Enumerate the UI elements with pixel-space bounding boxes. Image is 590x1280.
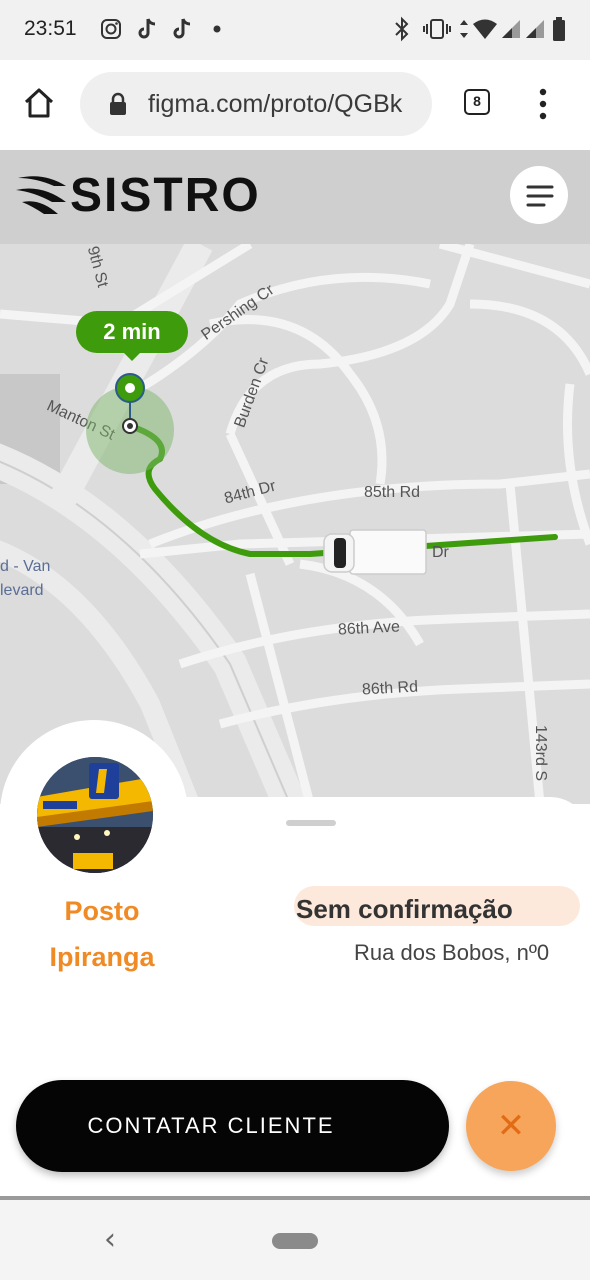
station-name: Posto Ipiranga [32, 888, 172, 980]
home-icon[interactable] [22, 86, 56, 120]
menu-button[interactable] [510, 166, 568, 224]
station-name-line1: Posto [64, 896, 140, 926]
truck-icon [323, 529, 427, 575]
gas-station-image [37, 757, 153, 873]
status-bar: 23:51 [0, 0, 590, 60]
url-text: figma.com/proto/QGBk [148, 90, 403, 118]
instagram-icon [101, 19, 121, 39]
eta-pointer [122, 351, 142, 361]
tab-switcher-button[interactable]: 8 [464, 89, 490, 115]
origin-marker [86, 373, 174, 474]
station-name-line2: Ipiranga [49, 942, 155, 972]
contact-client-button[interactable]: CONTATAR CLIENTE [16, 1080, 449, 1172]
street-label: Dr [432, 544, 449, 561]
battery-icon [553, 17, 565, 41]
vibrate-icon [423, 19, 451, 39]
lock-icon [110, 92, 126, 115]
signal-icon [502, 20, 520, 38]
bluetooth-icon [395, 16, 409, 42]
back-icon[interactable]: ‹ [104, 1222, 116, 1257]
status-badge-label: Sem confirmação [296, 894, 513, 924]
station-avatar [37, 757, 153, 873]
address-bar[interactable]: figma.com/proto/QGBk [80, 72, 432, 136]
eta-bubble: 2 min [76, 311, 188, 353]
data-arrows-icon [460, 20, 468, 38]
street-label: levard [0, 582, 44, 599]
menu-icon [526, 185, 554, 207]
street-label: 86th Ave [337, 618, 401, 639]
tiktok-icon [138, 18, 156, 39]
app-logo: SISTRO [70, 169, 261, 222]
destination-address: Rua dos Bobos, nº0 [354, 940, 550, 965]
close-icon: ✕ [496, 1106, 526, 1146]
street-label: d - Van [0, 558, 51, 575]
contact-client-label: CONTATAR CLIENTE [87, 1113, 335, 1138]
sheet-drag-handle[interactable] [286, 820, 336, 826]
signal-icon [526, 20, 544, 38]
more-vert-icon[interactable] [536, 88, 550, 120]
tiktok-icon [173, 18, 191, 39]
status-time: 23:51 [24, 17, 77, 40]
street-label: 86th Rd [361, 678, 419, 699]
cancel-button[interactable]: ✕ [466, 1081, 556, 1171]
app-header: SISTRO [0, 150, 590, 244]
dot-icon [213, 25, 221, 33]
home-gesture-pill[interactable] [272, 1233, 318, 1249]
browser-toolbar: figma.com/proto/QGBk [0, 60, 590, 150]
logo-mark-icon [16, 176, 66, 214]
wifi-icon [473, 19, 497, 39]
street-label: 85th Rd [364, 484, 421, 501]
street-label: 143rd S [532, 724, 550, 782]
